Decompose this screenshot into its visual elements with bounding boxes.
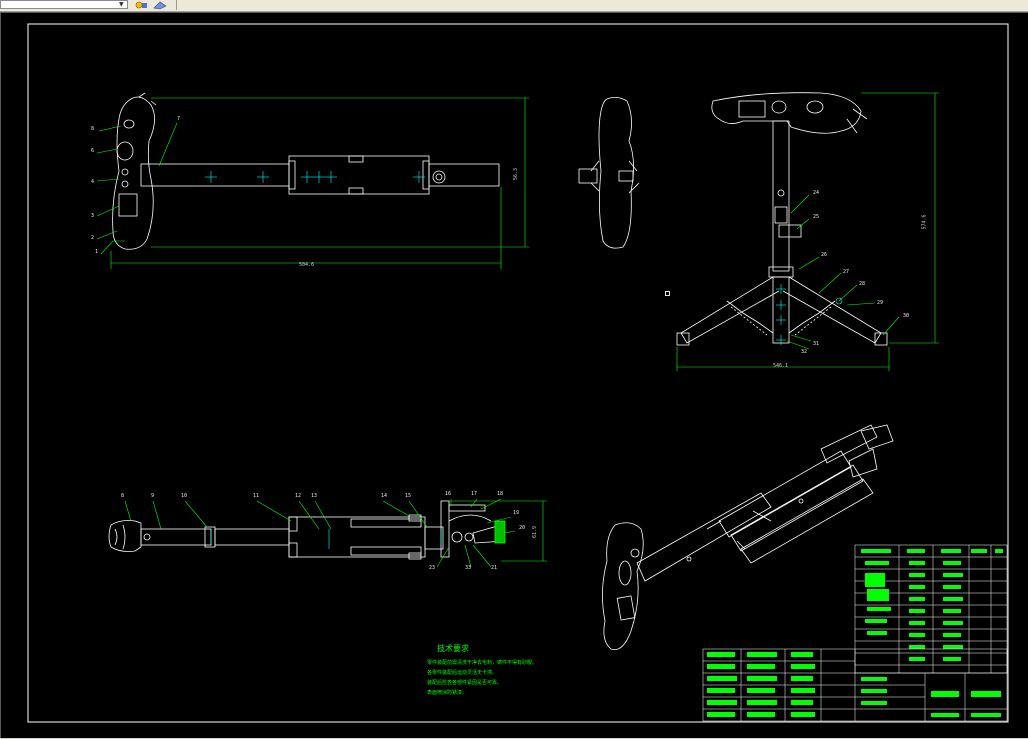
balloon-stand-26: 26 (821, 252, 828, 258)
sheet-border (27, 23, 1009, 723)
balloon-stand-25: 25 (813, 214, 820, 220)
dimension-side-view-height: 61.9 (532, 525, 539, 539)
balloon-side-8: 8 (121, 493, 125, 499)
balloon-stand-28: 28 (859, 281, 866, 287)
balloon-top-6: 6 (91, 148, 95, 154)
end-view (578, 97, 640, 249)
balloon-side-10: 10 (181, 493, 188, 499)
balloon-side-11: 11 (253, 493, 260, 499)
balloon-top-1: 1 (95, 249, 99, 255)
balloon-stand-27: 27 (843, 269, 850, 275)
balloon-side-13: 13 (311, 493, 318, 499)
balloon-stand-24: 24 (813, 190, 820, 196)
side-view-centerlines (210, 529, 442, 549)
notes-line-2: 各零件装配后运动灵活无卡滞。 (427, 670, 498, 676)
drawing-canvas[interactable]: 504.6 56.3 546.1 574.6 61.9 8 6 4 3 2 1 … (0, 12, 1028, 738)
balloon-top-2: 2 (91, 235, 95, 241)
balloon-top-8: 8 (91, 126, 95, 132)
notes-title: 技术要求 (437, 644, 469, 653)
notes-line-1: 零件装配前需清洗干净去毛刺，铸件不得有砂眼。 (427, 660, 538, 666)
balloon-side-15: 15 (405, 493, 412, 499)
balloon-side-23: 23 (429, 565, 436, 571)
isometric-view (602, 424, 894, 650)
balloon-side-33: 33 (465, 565, 472, 571)
toolbar: ▼ (0, 0, 1028, 12)
top-view-dimensions (96, 97, 529, 269)
layer-combo[interactable]: ▼ (0, 0, 128, 9)
balloon-side-14: 14 (381, 493, 388, 499)
title-block (702, 648, 1008, 722)
title-block-text (707, 652, 1001, 717)
dimension-top-view-height: 56.3 (513, 167, 520, 181)
balloon-side-17: 17 (471, 491, 478, 497)
stand-view-centerlines (776, 284, 843, 345)
balloon-stand-29: 29 (877, 300, 884, 306)
top-view (112, 92, 500, 250)
balloon-side-12: 12 (295, 493, 302, 499)
dimension-stand-height: 574.6 (921, 214, 928, 230)
balloon-side-9: 9 (151, 493, 155, 499)
stand-view-dimensions (676, 92, 939, 371)
drawing-sheet (27, 23, 1009, 723)
balloon-side-21: 21 (491, 565, 498, 571)
notes-line-4: 表面喷涂防锈漆。 (427, 690, 468, 696)
cursor-pickbox (665, 291, 670, 296)
balloon-side-19: 19 (513, 510, 520, 516)
balloon-side-18: 18 (497, 491, 504, 497)
balloon-top-3: 3 (91, 213, 95, 219)
balloon-side-16: 16 (445, 491, 452, 497)
layer-properties-icon[interactable] (152, 0, 168, 10)
balloon-stand-32: 32 (801, 349, 808, 355)
side-view (108, 500, 506, 560)
balloon-top-4: 4 (91, 179, 95, 185)
notes-line-3: 装配后检查各部件紧固是否可靠。 (427, 680, 503, 686)
balloon-side-20: 20 (519, 525, 526, 531)
balloon-stand-30: 30 (903, 313, 910, 319)
toolbar-separator (176, 0, 177, 10)
layer-state-icon[interactable] (134, 0, 148, 10)
chevron-down-icon[interactable]: ▼ (119, 2, 124, 8)
top-view-centerlines (205, 171, 425, 183)
balloon-stand-31: 31 (813, 341, 820, 347)
dimension-stand-width: 546.1 (773, 363, 789, 369)
balloon-top-7: 7 (177, 116, 181, 122)
stand-view (676, 92, 888, 346)
dimension-top-view-length: 504.6 (299, 262, 315, 268)
